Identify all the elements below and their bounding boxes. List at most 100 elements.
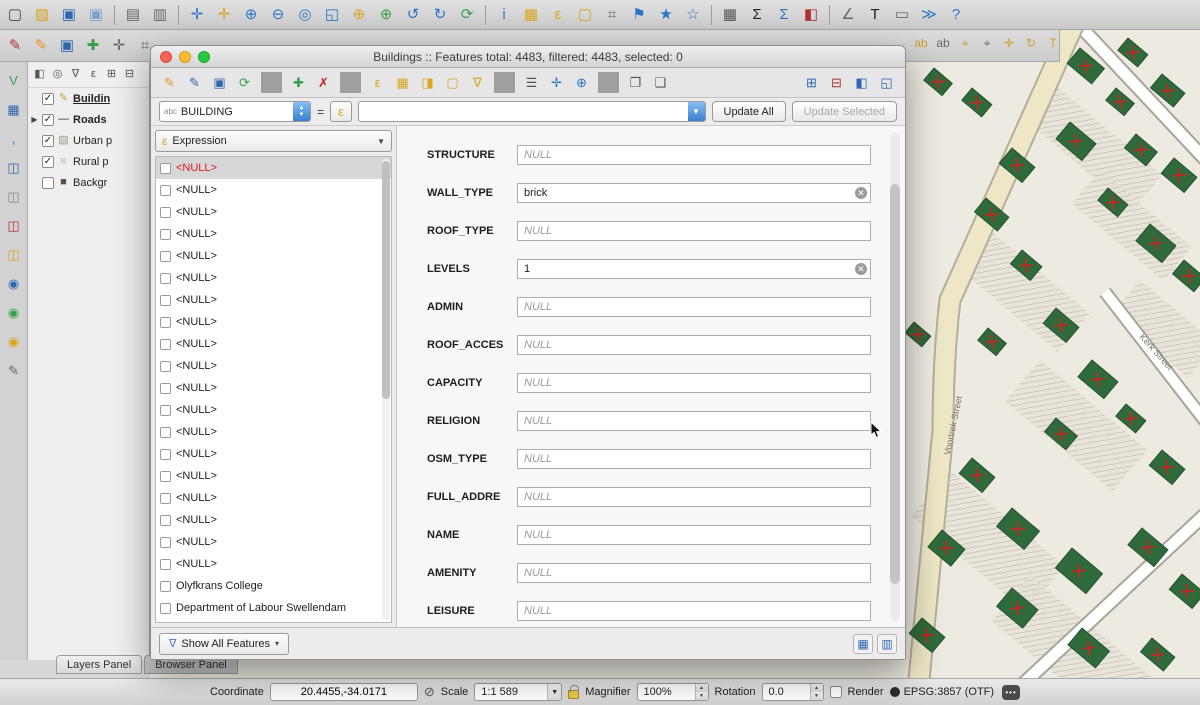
save-layer-edits-icon[interactable]: ▣ (56, 34, 78, 56)
feature-list-item[interactable]: <NULL> (156, 443, 391, 465)
zoom-full-icon[interactable]: ◱ (321, 4, 343, 26)
measure-line-icon[interactable]: ⌗ (601, 4, 623, 26)
show-all-features-button[interactable]: ∇ Show All Features ▾ (159, 633, 289, 655)
scale-combo[interactable]: 1:1 589 ▼ (474, 683, 562, 701)
form-field-input[interactable] (517, 183, 871, 203)
messages-icon[interactable]: ••• (1002, 685, 1020, 700)
feature-checkbox[interactable] (160, 163, 171, 174)
feature-checkbox[interactable] (160, 559, 171, 570)
pan-to-selected-icon[interactable]: ✛ (546, 72, 567, 93)
delete-selected-icon[interactable]: ✗ (313, 72, 334, 93)
separator[interactable] (178, 5, 179, 25)
rotate-label-icon[interactable]: ↻ (1022, 34, 1040, 52)
show-bookmarks-icon[interactable]: ☆ (682, 4, 704, 26)
map-tips-icon[interactable]: ⚑ (628, 4, 650, 26)
new-bookmark-icon[interactable]: ★ (655, 4, 677, 26)
filter-by-expression-icon[interactable]: ε (86, 67, 101, 82)
layer-item[interactable]: ✓ ▨ Urban p (28, 130, 149, 151)
layer-labeling-icon[interactable]: ab (912, 34, 930, 52)
manage-map-themes-icon[interactable]: ◎ (50, 67, 65, 82)
pan-map-icon[interactable]: ✛ (186, 4, 208, 26)
zoom-out-icon[interactable]: ⊖ (267, 4, 289, 26)
invert-selection-icon[interactable]: ◨ (417, 72, 438, 93)
select-by-expression-icon[interactable]: ε (367, 72, 388, 93)
feature-list-item[interactable]: <NULL> (156, 421, 391, 443)
zoom-to-selected-icon[interactable]: ⊕ (571, 72, 592, 93)
zoom-in-icon[interactable]: ⊕ (240, 4, 262, 26)
pin-labels-icon[interactable]: ⌖ (956, 34, 974, 52)
open-project-icon[interactable]: ▨ (31, 4, 53, 26)
feature-list-item[interactable]: <NULL> (156, 333, 391, 355)
feature-list-item[interactable]: <NULL> (156, 399, 391, 421)
change-label-icon[interactable]: T (1044, 34, 1062, 52)
open-attribute-table-icon[interactable]: ▦ (719, 4, 741, 26)
separator[interactable] (711, 5, 712, 25)
feature-checkbox[interactable] (160, 537, 171, 548)
feature-checkbox[interactable] (160, 581, 171, 592)
feature-checkbox[interactable] (160, 229, 171, 240)
multiedit-icon[interactable]: ✎ (184, 72, 205, 93)
form-field-input[interactable] (517, 297, 871, 317)
feature-list-item[interactable]: <NULL> (156, 245, 391, 267)
feature-list-item[interactable]: Department of Labour Swellendam (156, 597, 391, 619)
statistics-summary-icon[interactable]: Σ (773, 4, 795, 26)
minimize-button[interactable] (179, 51, 191, 63)
chevron-down-icon[interactable]: ▼ (547, 684, 561, 700)
add-raster-layer-icon[interactable]: ▦ (4, 99, 24, 119)
pan-to-selection-icon[interactable]: ✛ (213, 4, 235, 26)
feature-checkbox[interactable] (160, 317, 171, 328)
feature-list-item[interactable]: <NULL> (156, 157, 391, 179)
text-annotation-icon[interactable]: T (864, 4, 886, 26)
layer-item[interactable]: ▶ ✓ — Roads (28, 109, 149, 130)
layer-visibility-checkbox[interactable]: ✓ (42, 135, 54, 147)
toggle-extents-icon[interactable]: ⊘ (424, 684, 435, 700)
field-selector-combo[interactable]: abc BUILDING ▲▼ (159, 101, 311, 122)
scrollbar-thumb[interactable] (890, 184, 900, 584)
layer-expand-arrow[interactable]: ▶ (30, 115, 39, 124)
feature-checkbox[interactable] (160, 295, 171, 306)
feature-list-item[interactable]: <NULL> (156, 267, 391, 289)
update-selected-button[interactable]: Update Selected (792, 101, 897, 122)
delete-field-icon[interactable]: ⊟ (826, 72, 847, 93)
form-field-input[interactable] (517, 221, 871, 241)
form-field-input[interactable] (517, 335, 871, 355)
feature-checkbox[interactable] (160, 515, 171, 526)
feature-list-item[interactable]: <NULL> (156, 355, 391, 377)
deselect-all-icon[interactable]: ▢ (442, 72, 463, 93)
form-scrollbar[interactable] (890, 132, 900, 621)
layer-labeling-options-icon[interactable]: ab (934, 34, 952, 52)
rotation-spinner[interactable]: 0.0 ▲▼ (762, 683, 824, 701)
update-all-button[interactable]: Update All (712, 101, 786, 122)
new-field-icon[interactable]: ⊞ (801, 72, 822, 93)
layer-item[interactable]: ✓ ■ Rural p (28, 151, 149, 172)
clear-value-icon[interactable]: ✕ (855, 263, 867, 275)
feature-checkbox[interactable] (160, 603, 171, 614)
zoom-button[interactable] (198, 51, 210, 63)
add-vector-layer-icon[interactable]: V (4, 70, 24, 90)
form-field-input[interactable] (517, 449, 871, 469)
form-field-input[interactable] (517, 373, 871, 393)
layer-item[interactable]: ✓ ✎ Buildin (28, 88, 149, 109)
move-label-icon[interactable]: ✛ (1000, 34, 1018, 52)
feature-checkbox[interactable] (160, 449, 171, 460)
coordinate-input[interactable] (270, 683, 418, 701)
filter-select-icon[interactable]: ∇ (467, 72, 488, 93)
feature-list-scrollbar[interactable] (382, 159, 390, 620)
zoom-native-icon[interactable]: ◎ (294, 4, 316, 26)
select-by-expression-icon[interactable]: ε (547, 4, 569, 26)
feature-checkbox[interactable] (160, 339, 171, 350)
feature-checkbox[interactable] (160, 185, 171, 196)
paste-features-icon[interactable]: ❏ (650, 72, 671, 93)
filter-legend-icon[interactable]: ∇ (68, 67, 83, 82)
python-console-icon[interactable]: ≫ (918, 4, 940, 26)
form-field-input[interactable] (517, 563, 871, 583)
combo-arrows-icon[interactable]: ▲▼ (293, 102, 310, 121)
scale-lock-icon[interactable] (568, 690, 579, 699)
expression-builder-button[interactable]: ε (330, 101, 352, 122)
move-feature-icon[interactable]: ✛ (108, 34, 130, 56)
feature-filter-selector[interactable]: ε Expression ▼ (155, 130, 392, 152)
spinner-arrows-icon[interactable]: ▲▼ (810, 684, 823, 700)
update-expression-input[interactable] (358, 101, 705, 122)
feature-checkbox[interactable] (160, 383, 171, 394)
new-composer-icon[interactable]: ▤ (122, 4, 144, 26)
